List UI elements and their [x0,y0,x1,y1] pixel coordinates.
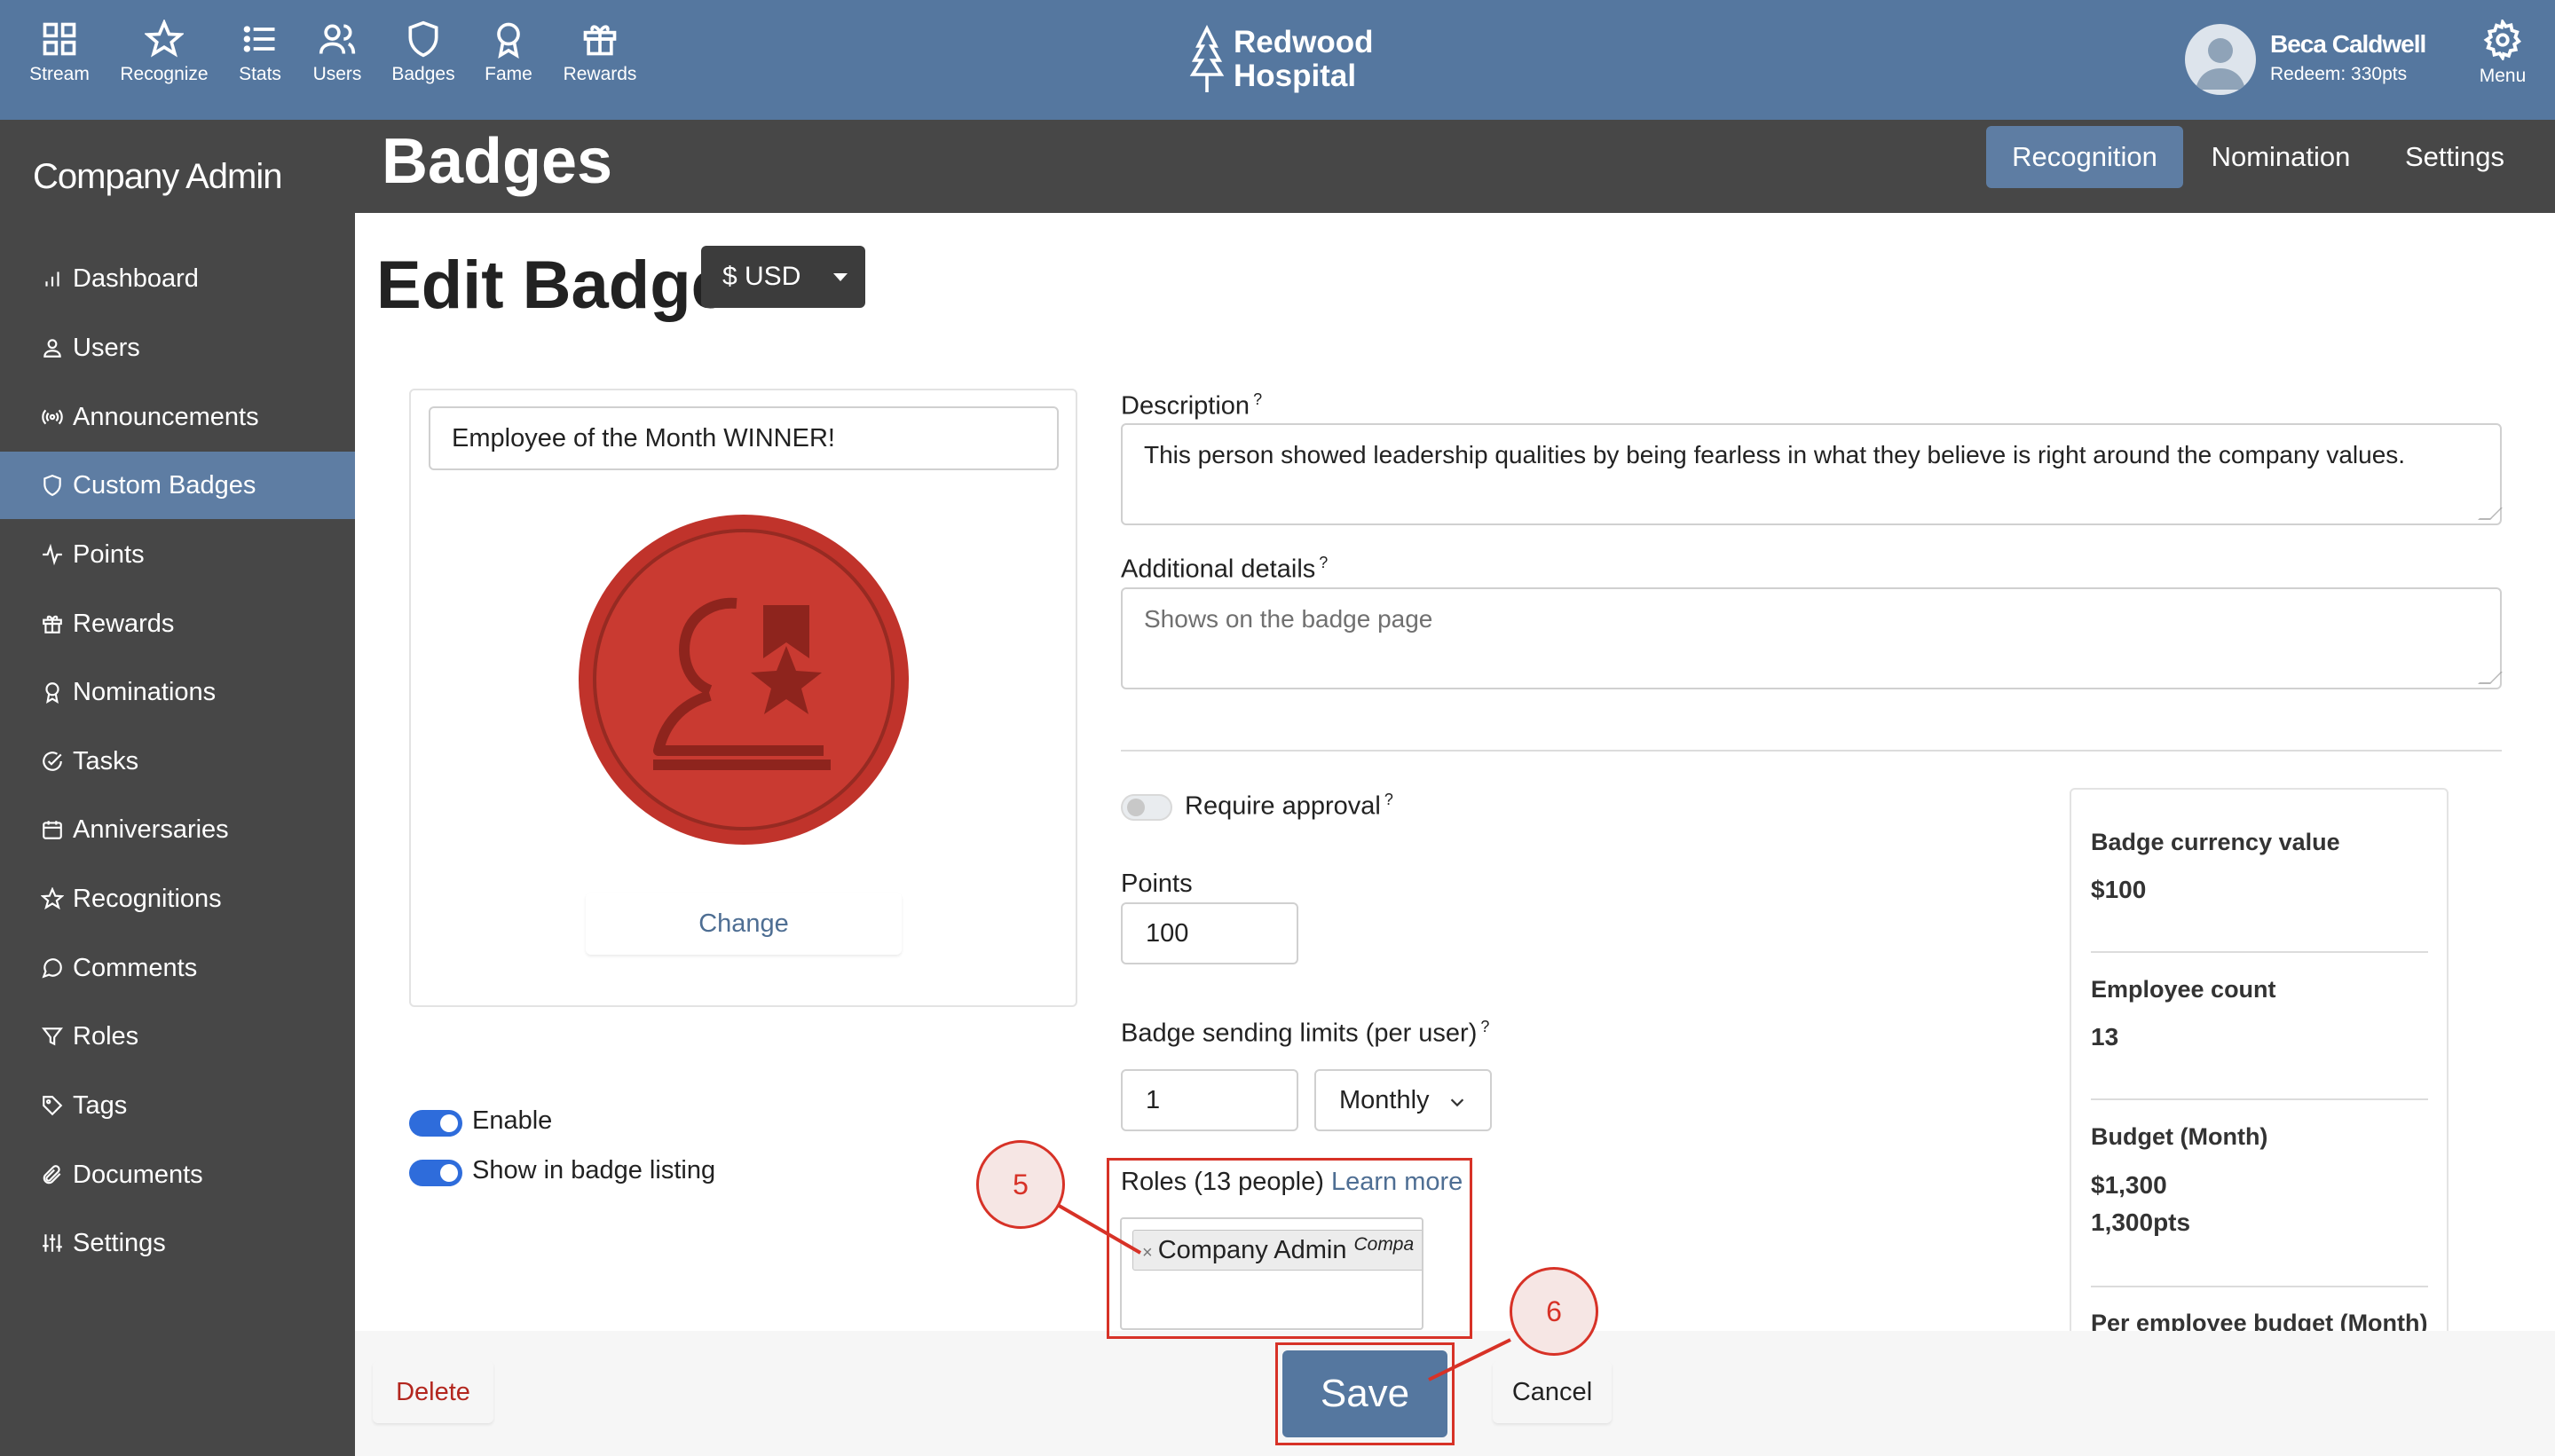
callout-5: 5 [976,1140,1065,1229]
annotation-leader-lines [1054,1202,1511,1381]
callout-6: 6 [1510,1267,1598,1356]
